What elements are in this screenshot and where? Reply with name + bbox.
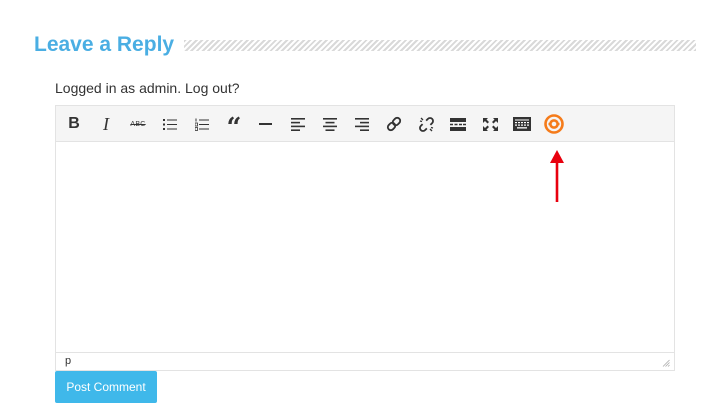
editor-toolbar: B I ABC “ xyxy=(56,106,674,142)
bold-button[interactable]: B xyxy=(61,111,87,137)
keyboard-icon xyxy=(513,117,531,131)
lifebuoy-icon xyxy=(544,114,564,134)
blockquote-button[interactable]: “ xyxy=(221,111,247,141)
horizontal-line-button[interactable] xyxy=(253,111,279,137)
reply-title: Leave a Reply xyxy=(34,33,175,56)
align-left-icon xyxy=(291,117,305,131)
logged-in-dot: . xyxy=(177,80,182,96)
italic-button[interactable]: I xyxy=(93,111,119,137)
toolbar-toggle-button[interactable] xyxy=(509,111,535,137)
post-comment-button[interactable]: Post Comment xyxy=(55,371,157,403)
editor-statusbar: p xyxy=(56,352,674,370)
title-divider xyxy=(184,40,696,51)
align-right-icon xyxy=(355,117,369,131)
plugin-button[interactable] xyxy=(541,111,567,137)
comment-editor: B I ABC “ p xyxy=(55,105,675,371)
unlink-icon xyxy=(418,116,434,132)
horizontal-rule-icon xyxy=(259,123,272,125)
insert-link-button[interactable] xyxy=(381,111,407,137)
element-path[interactable]: p xyxy=(65,355,71,367)
link-icon xyxy=(386,116,402,132)
italic-icon: I xyxy=(103,113,109,134)
align-left-button[interactable] xyxy=(285,111,311,137)
resize-handle-icon[interactable] xyxy=(662,359,670,367)
logout-link[interactable]: Log out? xyxy=(185,80,240,96)
username-link[interactable]: admin xyxy=(139,80,177,96)
numbered-list-button[interactable] xyxy=(189,111,215,137)
strikethrough-button[interactable]: ABC xyxy=(125,111,151,137)
align-right-button[interactable] xyxy=(349,111,375,137)
bold-icon: B xyxy=(68,115,80,132)
logged-in-prefix: Logged in as xyxy=(55,80,140,96)
red-arrow-annotation xyxy=(550,150,564,202)
logged-in-text: Logged in as admin. Log out? xyxy=(55,80,240,96)
reply-header: Leave a Reply xyxy=(34,33,696,57)
align-center-icon xyxy=(323,117,337,131)
quote-icon: “ xyxy=(226,113,242,143)
read-more-icon xyxy=(450,117,466,131)
comment-textarea[interactable] xyxy=(56,143,674,352)
fullscreen-button[interactable] xyxy=(477,111,503,137)
bullet-list-icon xyxy=(163,118,177,130)
numbered-list-icon xyxy=(195,118,209,131)
align-center-button[interactable] xyxy=(317,111,343,137)
fullscreen-icon xyxy=(482,117,498,131)
bullet-list-button[interactable] xyxy=(157,111,183,137)
read-more-button[interactable] xyxy=(445,111,471,137)
strikethrough-icon: ABC xyxy=(130,120,146,128)
remove-link-button[interactable] xyxy=(413,111,439,137)
